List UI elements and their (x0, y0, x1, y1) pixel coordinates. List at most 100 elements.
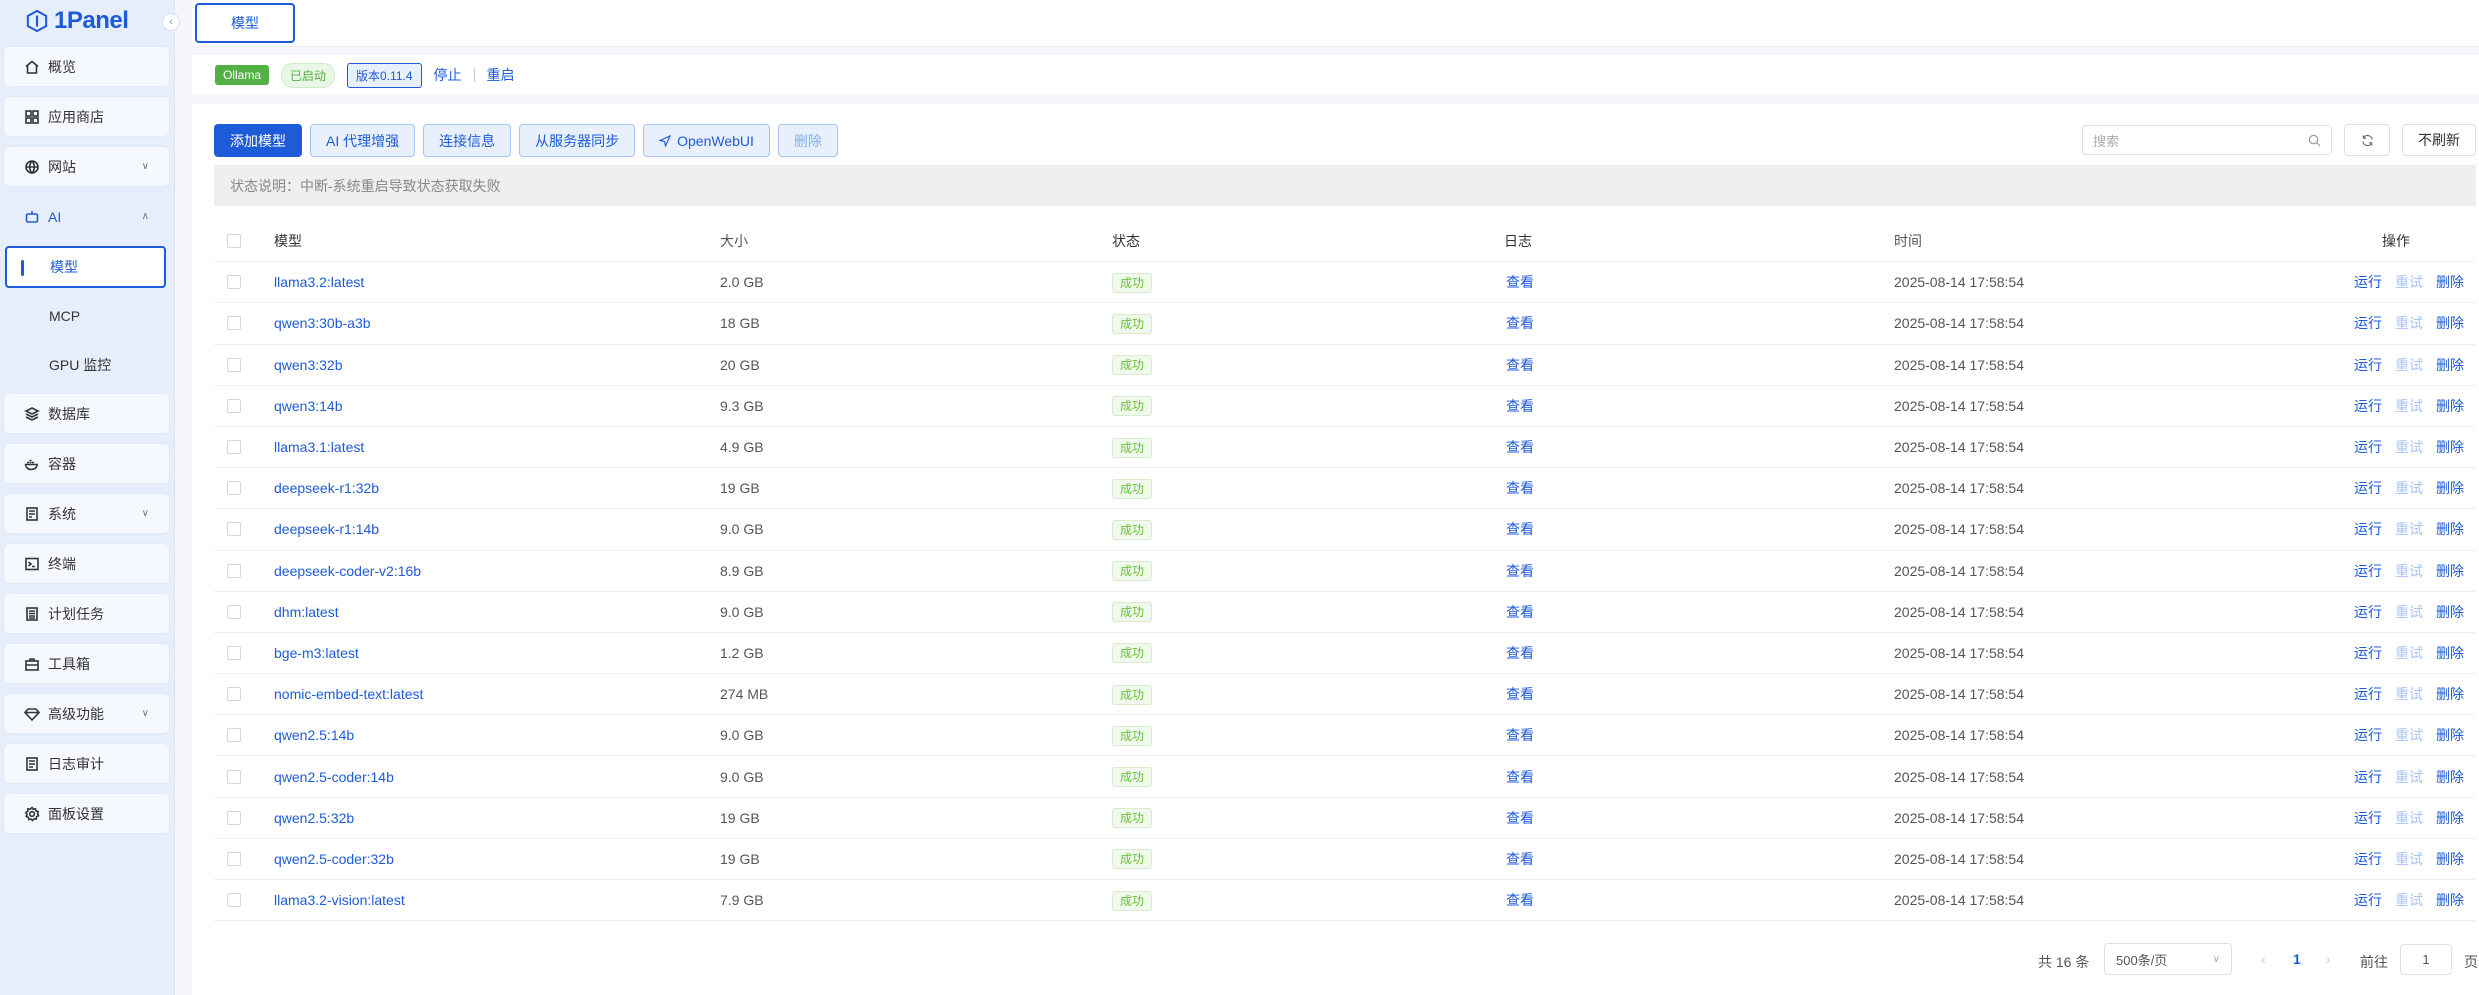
delete-row-button[interactable]: 删除 (2436, 478, 2464, 498)
view-log-link[interactable]: 查看 (1506, 478, 1534, 498)
row-checkbox[interactable] (227, 810, 241, 825)
sidebar-item-container[interactable]: 容器 (3, 443, 170, 484)
sidebar-item-terminal[interactable]: 终端 (3, 543, 170, 584)
row-checkbox[interactable] (227, 893, 241, 908)
sidebar-item-system[interactable]: 系统 ∨ (3, 493, 170, 534)
row-checkbox[interactable] (227, 645, 241, 660)
retry-button[interactable]: 重试 (2395, 272, 2423, 292)
row-checkbox[interactable] (227, 563, 241, 578)
refresh-interval-select[interactable]: 不刷新 (2402, 124, 2476, 156)
model-name-link[interactable]: nomic-embed-text:latest (274, 686, 423, 702)
model-name-link[interactable]: qwen3:14b (274, 398, 343, 414)
delete-row-button[interactable]: 删除 (2436, 519, 2464, 539)
sidebar-item-advanced[interactable]: 高级功能 ∨ (3, 693, 170, 734)
retry-button[interactable]: 重试 (2395, 767, 2423, 787)
sidebar-item-cron[interactable]: 计划任务 (3, 593, 170, 634)
row-checkbox[interactable] (227, 604, 241, 619)
view-log-link[interactable]: 查看 (1506, 890, 1534, 910)
ai-proxy-button[interactable]: AI 代理增强 (310, 124, 416, 157)
add-model-button[interactable]: 添加模型 (214, 124, 302, 157)
run-button[interactable]: 运行 (2354, 890, 2382, 910)
row-checkbox[interactable] (227, 398, 241, 413)
goto-page-input[interactable]: 1 (2400, 944, 2452, 975)
model-name-link[interactable]: qwen2.5:14b (274, 727, 354, 743)
delete-row-button[interactable]: 删除 (2436, 313, 2464, 333)
retry-button[interactable]: 重试 (2395, 437, 2423, 457)
model-name-link[interactable]: llama3.2-vision:latest (274, 892, 405, 908)
run-button[interactable]: 运行 (2354, 313, 2382, 333)
model-name-link[interactable]: qwen2.5-coder:32b (274, 851, 394, 867)
run-button[interactable]: 运行 (2354, 478, 2382, 498)
delete-row-button[interactable]: 删除 (2436, 767, 2464, 787)
delete-row-button[interactable]: 删除 (2436, 684, 2464, 704)
row-checkbox[interactable] (227, 769, 241, 784)
view-log-link[interactable]: 查看 (1506, 767, 1534, 787)
row-checkbox[interactable] (227, 687, 241, 702)
run-button[interactable]: 运行 (2354, 725, 2382, 745)
openwebui-button[interactable]: OpenWebUI (643, 124, 770, 157)
run-button[interactable]: 运行 (2354, 767, 2382, 787)
select-all-checkbox[interactable] (227, 234, 241, 249)
row-checkbox[interactable] (227, 851, 241, 866)
delete-row-button[interactable]: 删除 (2436, 725, 2464, 745)
view-log-link[interactable]: 查看 (1506, 725, 1534, 745)
collapse-sidebar-button[interactable]: ‹ (162, 13, 180, 31)
retry-button[interactable]: 重试 (2395, 561, 2423, 581)
view-log-link[interactable]: 查看 (1506, 437, 1534, 457)
page-number[interactable]: 1 (2293, 951, 2301, 967)
model-name-link[interactable]: llama3.2:latest (274, 274, 364, 290)
view-log-link[interactable]: 查看 (1506, 849, 1534, 869)
delete-row-button[interactable]: 删除 (2436, 602, 2464, 622)
connection-info-button[interactable]: 连接信息 (423, 124, 512, 157)
view-log-link[interactable]: 查看 (1506, 643, 1534, 663)
model-name-link[interactable]: deepseek-coder-v2:16b (274, 563, 421, 579)
sidebar-subitem-model[interactable]: 模型 (5, 246, 166, 288)
view-log-link[interactable]: 查看 (1506, 519, 1534, 539)
retry-button[interactable]: 重试 (2395, 849, 2423, 869)
retry-button[interactable]: 重试 (2395, 355, 2423, 375)
run-button[interactable]: 运行 (2354, 684, 2382, 704)
view-log-link[interactable]: 查看 (1506, 808, 1534, 828)
retry-button[interactable]: 重试 (2395, 519, 2423, 539)
model-name-link[interactable]: llama3.1:latest (274, 439, 364, 455)
run-button[interactable]: 运行 (2354, 849, 2382, 869)
run-button[interactable]: 运行 (2354, 808, 2382, 828)
prev-page-button[interactable]: ‹ (2261, 951, 2266, 967)
refresh-button[interactable] (2344, 124, 2390, 156)
page-size-select[interactable]: 500条/页 ∨ (2104, 943, 2232, 975)
model-name-link[interactable]: deepseek-r1:32b (274, 480, 379, 496)
view-log-link[interactable]: 查看 (1506, 684, 1534, 704)
view-log-link[interactable]: 查看 (1506, 561, 1534, 581)
retry-button[interactable]: 重试 (2395, 602, 2423, 622)
stop-link[interactable]: 停止 (434, 65, 462, 85)
model-name-link[interactable]: qwen2.5:32b (274, 810, 354, 826)
delete-row-button[interactable]: 删除 (2436, 808, 2464, 828)
retry-button[interactable]: 重试 (2395, 890, 2423, 910)
model-name-link[interactable]: qwen3:30b-a3b (274, 315, 371, 331)
delete-row-button[interactable]: 删除 (2436, 355, 2464, 375)
retry-button[interactable]: 重试 (2395, 684, 2423, 704)
model-name-link[interactable]: qwen3:32b (274, 357, 343, 373)
sidebar-subitem-gpu[interactable]: GPU 监控 (5, 344, 166, 386)
sidebar-item-website[interactable]: 网站 ∨ (3, 146, 170, 187)
view-log-link[interactable]: 查看 (1506, 396, 1534, 416)
delete-button[interactable]: 删除 (777, 124, 838, 157)
run-button[interactable]: 运行 (2354, 355, 2382, 375)
delete-row-button[interactable]: 删除 (2436, 849, 2464, 869)
delete-row-button[interactable]: 删除 (2436, 437, 2464, 457)
sync-from-server-button[interactable]: 从服务器同步 (519, 124, 636, 157)
run-button[interactable]: 运行 (2354, 561, 2382, 581)
view-log-link[interactable]: 查看 (1506, 602, 1534, 622)
retry-button[interactable]: 重试 (2395, 808, 2423, 828)
run-button[interactable]: 运行 (2354, 602, 2382, 622)
retry-button[interactable]: 重试 (2395, 313, 2423, 333)
model-name-link[interactable]: deepseek-r1:14b (274, 521, 379, 537)
retry-button[interactable]: 重试 (2395, 478, 2423, 498)
row-checkbox[interactable] (227, 316, 241, 331)
run-button[interactable]: 运行 (2354, 437, 2382, 457)
view-log-link[interactable]: 查看 (1506, 355, 1534, 375)
view-log-link[interactable]: 查看 (1506, 313, 1534, 333)
row-checkbox[interactable] (227, 481, 241, 496)
view-log-link[interactable]: 查看 (1506, 272, 1534, 292)
sidebar-item-settings[interactable]: 面板设置 (3, 793, 170, 834)
